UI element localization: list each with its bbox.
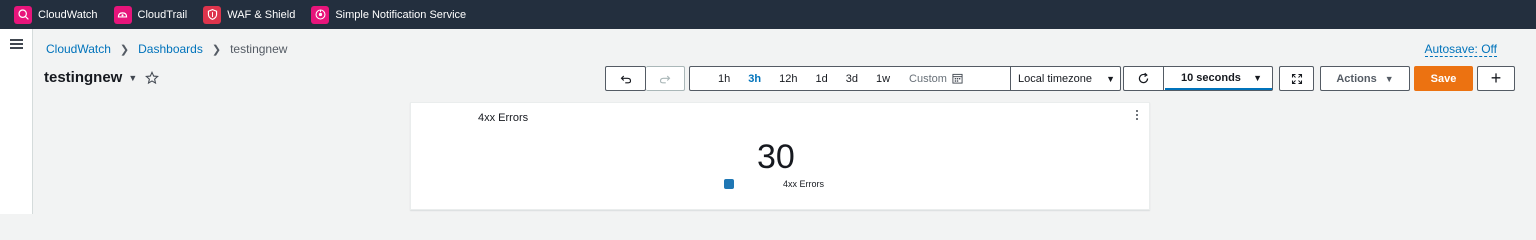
service-label: CloudWatch [38, 8, 98, 21]
legend-color-swatch [724, 179, 734, 189]
star-icon[interactable] [145, 70, 160, 85]
undo-icon [620, 75, 631, 83]
actions-label: Actions [1336, 72, 1377, 85]
custom-range-label: Custom [909, 72, 947, 85]
undo-button[interactable] [605, 66, 646, 91]
breadcrumb-current: testingnew [230, 42, 288, 56]
side-navigation-rail [0, 29, 33, 214]
calendar-icon [952, 73, 963, 84]
chevron-right-icon: ❯ [211, 43, 222, 56]
refresh-interval-select[interactable]: 10 seconds ▼ [1165, 67, 1272, 90]
custom-range-button[interactable]: Custom [909, 73, 963, 85]
service-shortcut-bar: CloudWatch CloudTrail WAF & Shield Simpl… [0, 0, 1536, 29]
widget-title: 4xx Errors [478, 112, 529, 124]
refresh-control: 10 seconds ▼ [1123, 66, 1273, 91]
time-range-picker: 1h 3h 12h 1d 3d 1w Custom Local timezone… [689, 66, 1121, 91]
cloudtrail-icon [113, 5, 132, 24]
metric-value: 30 [757, 138, 795, 176]
breadcrumb-cloudwatch[interactable]: CloudWatch [46, 42, 111, 56]
refresh-button[interactable] [1124, 67, 1164, 90]
time-range-1d[interactable]: 1d [806, 73, 836, 85]
caret-down-icon: ▼ [1106, 73, 1115, 84]
timezone-value: Local timezone [1018, 72, 1092, 85]
service-shortcut-waf-shield[interactable]: WAF & Shield [203, 5, 296, 24]
save-button[interactable]: Save [1414, 66, 1473, 91]
cloudwatch-icon [14, 5, 32, 24]
sns-icon [311, 5, 330, 24]
more-options-icon[interactable] [1134, 110, 1140, 124]
caret-down-icon[interactable]: ▼ [128, 73, 137, 83]
time-range-3d[interactable]: 3d [837, 73, 867, 85]
breadcrumb-dashboards[interactable]: Dashboards [138, 42, 203, 56]
dashboard-title-row: testingnew ▼ [44, 69, 160, 86]
time-range-12h[interactable]: 12h [770, 73, 806, 85]
time-range-1h[interactable]: 1h [690, 73, 739, 85]
legend-label: 4xx Errors [783, 179, 825, 189]
service-label: Simple Notification Service [335, 8, 467, 21]
service-label: WAF & Shield [227, 8, 296, 21]
service-shortcut-sns[interactable]: Simple Notification Service [311, 5, 467, 24]
service-shortcut-cloudwatch[interactable]: CloudWatch [14, 5, 98, 24]
page-title: testingnew [44, 69, 123, 86]
refresh-interval-value: 10 seconds [1181, 71, 1241, 84]
time-range-1w[interactable]: 1w [867, 73, 899, 85]
autosave-toggle[interactable]: Autosave: Off [1424, 42, 1497, 57]
caret-down-icon: ▼ [1253, 72, 1262, 83]
timezone-select[interactable]: Local timezone ▼ [1010, 66, 1122, 91]
fullscreen-icon [1291, 73, 1302, 84]
waf-shield-icon [203, 5, 222, 24]
caret-down-icon: ▼ [1384, 73, 1394, 84]
breadcrumb: CloudWatch ❯ Dashboards ❯ testingnew [46, 42, 287, 56]
service-shortcut-cloudtrail[interactable]: CloudTrail [113, 5, 188, 24]
chevron-right-icon: ❯ [119, 43, 130, 56]
add-widget-button[interactable]: + [1477, 66, 1515, 91]
redo-icon [659, 75, 671, 83]
number-widget: 4xx Errors 30 4xx Errors [410, 102, 1150, 210]
refresh-icon [1138, 72, 1149, 84]
menu-icon[interactable] [10, 39, 23, 49]
redo-button[interactable] [646, 66, 685, 91]
actions-button[interactable]: Actions ▼ [1320, 66, 1410, 91]
fullscreen-button[interactable] [1279, 66, 1314, 91]
time-range-3h[interactable]: 3h [739, 73, 770, 85]
service-label: CloudTrail [137, 8, 188, 21]
